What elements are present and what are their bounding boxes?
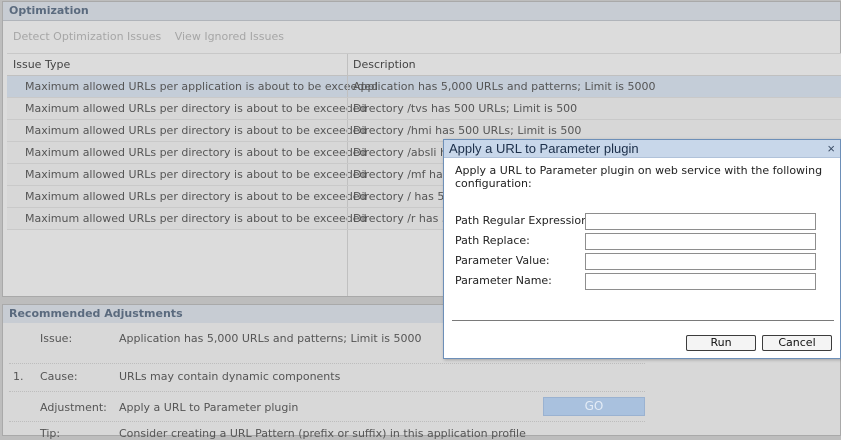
cause-value: URLs may contain dynamic components bbox=[119, 370, 341, 383]
adjustment-value: Apply a URL to Parameter plugin bbox=[119, 401, 299, 414]
go-button[interactable]: GO bbox=[543, 397, 645, 416]
column-divider bbox=[347, 120, 348, 141]
description-cell: Directory /tvs has 500 URLs; Limit is 50… bbox=[353, 102, 578, 115]
issue-type-cell: Maximum allowed URLs per directory is ab… bbox=[25, 190, 367, 203]
column-divider bbox=[347, 54, 348, 75]
description-cell: Directory /r has 50 bbox=[353, 212, 456, 225]
table-row[interactable]: Maximum allowed URLs per application is … bbox=[7, 76, 841, 98]
parameter-value-label: Parameter Value: bbox=[455, 254, 550, 267]
dialog-titlebar[interactable]: Apply a URL to Parameter plugin × bbox=[444, 140, 840, 158]
description-cell: Directory /hmi has 500 URLs; Limit is 50… bbox=[353, 124, 582, 137]
divider bbox=[9, 391, 645, 392]
close-icon[interactable]: × bbox=[827, 140, 835, 157]
issue-type-cell: Maximum allowed URLs per application is … bbox=[25, 80, 379, 93]
column-divider bbox=[347, 186, 348, 207]
issue-type-cell: Maximum allowed URLs per directory is ab… bbox=[25, 124, 367, 137]
url-to-parameter-dialog: Apply a URL to Parameter plugin × Apply … bbox=[443, 139, 841, 359]
issue-type-cell: Maximum allowed URLs per directory is ab… bbox=[25, 146, 367, 159]
run-button[interactable]: Run bbox=[686, 335, 756, 351]
detect-optimization-issues-button[interactable]: Detect Optimization Issues bbox=[13, 30, 161, 43]
path-regex-input[interactable] bbox=[585, 213, 816, 230]
column-divider bbox=[347, 164, 348, 185]
dialog-divider bbox=[452, 320, 834, 321]
tip-label: Tip: bbox=[40, 427, 61, 440]
table-row[interactable]: Maximum allowed URLs per directory is ab… bbox=[7, 98, 841, 120]
path-replace-label: Path Replace: bbox=[455, 234, 530, 247]
divider bbox=[9, 363, 645, 364]
column-header-description[interactable]: Description bbox=[353, 54, 416, 75]
dialog-message: Apply a URL to Parameter plugin on web s… bbox=[455, 164, 823, 190]
table-header: Issue Type Description bbox=[7, 54, 841, 76]
item-number: 1. bbox=[13, 370, 24, 383]
path-regex-label: Path Regular Expression: bbox=[455, 214, 592, 227]
divider bbox=[9, 421, 645, 422]
cancel-button[interactable]: Cancel bbox=[762, 335, 832, 351]
column-divider bbox=[347, 142, 348, 163]
path-replace-input[interactable] bbox=[585, 233, 816, 250]
column-divider bbox=[347, 230, 348, 296]
adjustment-label: Adjustment: bbox=[40, 401, 107, 414]
column-divider bbox=[347, 208, 348, 229]
dialog-title: Apply a URL to Parameter plugin bbox=[449, 141, 639, 156]
description-cell: Application has 5,000 URLs and patterns;… bbox=[353, 80, 656, 93]
issue-type-cell: Maximum allowed URLs per directory is ab… bbox=[25, 102, 367, 115]
cause-label: Cause: bbox=[40, 370, 78, 383]
column-header-issue-type[interactable]: Issue Type bbox=[13, 54, 70, 75]
issue-type-cell: Maximum allowed URLs per directory is ab… bbox=[25, 168, 367, 181]
parameter-name-label: Parameter Name: bbox=[455, 274, 552, 287]
optimization-toolbar: Detect Optimization Issues View Ignored … bbox=[3, 21, 840, 53]
parameter-value-input[interactable] bbox=[585, 253, 816, 270]
column-divider bbox=[347, 98, 348, 119]
parameter-name-input[interactable] bbox=[585, 273, 816, 290]
column-divider bbox=[347, 76, 348, 97]
view-ignored-issues-button[interactable]: View Ignored Issues bbox=[175, 30, 284, 43]
issue-label: Issue: bbox=[40, 332, 73, 345]
issue-value: Application has 5,000 URLs and patterns;… bbox=[119, 332, 422, 345]
tip-value: Consider creating a URL Pattern (prefix … bbox=[119, 427, 526, 440]
issue-type-cell: Maximum allowed URLs per directory is ab… bbox=[25, 212, 367, 225]
optimization-panel-title: Optimization bbox=[3, 2, 840, 21]
